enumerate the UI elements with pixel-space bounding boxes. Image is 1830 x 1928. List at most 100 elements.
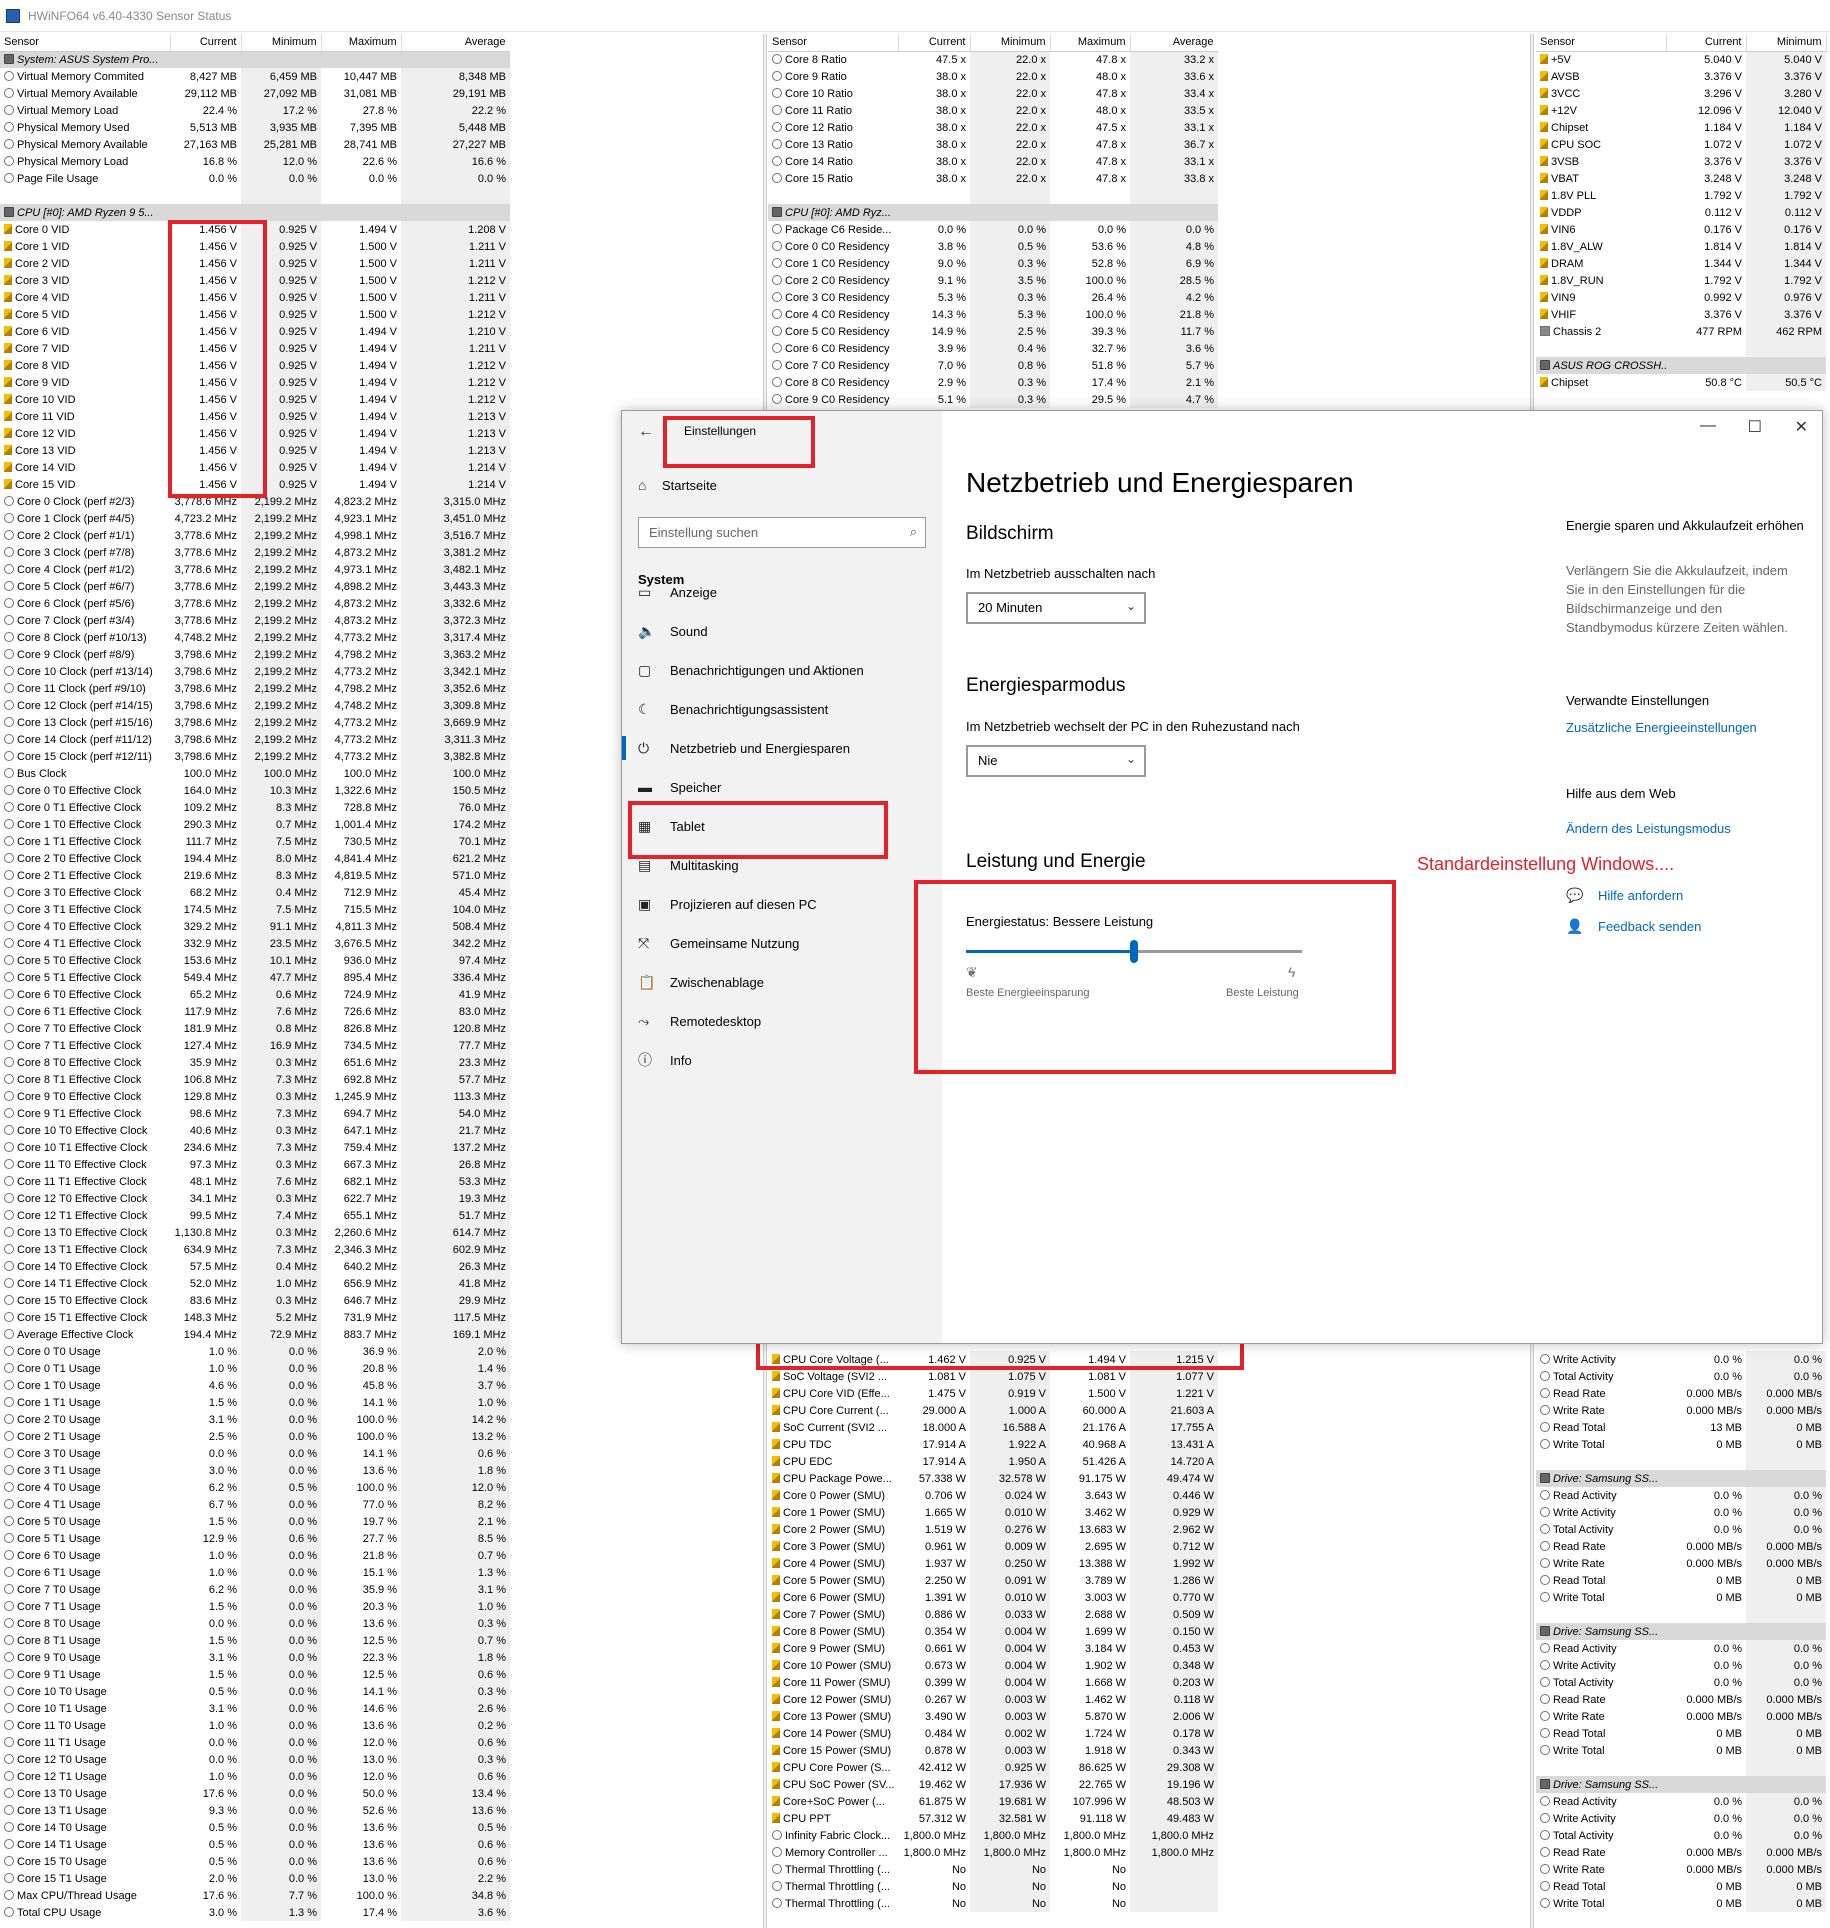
sensor-row[interactable]: Core 4 Clock (perf #1/2) 3,778.6 MHz 2,199…	[0, 561, 510, 578]
sensor-row[interactable]: Core 12 T0 Usage 0.0 % 0.0 % 13.0 % 0.3 %	[0, 1751, 510, 1768]
sensor-row[interactable]: Core 4 C0 Residency 14.3 % 5.3 % 100.0 % 21.…	[768, 306, 1218, 323]
sensor-row[interactable]: Write Rate 0.000 MB/s 0.000 MB/s	[1536, 1861, 1826, 1878]
sensor-row[interactable]: 1.8V PLL 1.792 V 1.792 V	[1536, 187, 1826, 204]
sensor-row[interactable]: Core 9 T0 Effective Clock 129.8 MHz 0.3 MH…	[0, 1088, 510, 1105]
sensor-row[interactable]: Read Rate 0.000 MB/s 0.000 MB/s	[1536, 1691, 1826, 1708]
sensor-row[interactable]: Physical Memory Load 16.8 % 12.0 % 22.6 % 16…	[0, 153, 510, 170]
sensor-row[interactable]: Core 0 Clock (perf #2/3) 3,778.6 MHz 2,199…	[0, 493, 510, 510]
sensor-row[interactable]: Core 11 VID 1.456 V 0.925 V 1.494 V 1.213 V	[0, 408, 510, 425]
sensor-row[interactable]: Core 2 Clock (perf #1/1) 3,778.6 MHz 2,199…	[0, 527, 510, 544]
sensor-row[interactable]: Read Activity 0.0 % 0.0 %	[1536, 1487, 1826, 1504]
sensor-row[interactable]: Chipset 1.184 V 1.184 V	[1536, 119, 1826, 136]
sensor-row[interactable]: Core 5 VID 1.456 V 0.925 V 1.500 V 1.212 V	[0, 306, 510, 323]
sensor-row[interactable]: Core 1 T0 Effective Clock 290.3 MHz 0.7 MH…	[0, 816, 510, 833]
sensor-row[interactable]: Core 1 T0 Usage 4.6 % 0.0 % 45.8 % 3.7 %	[0, 1377, 510, 1394]
sensor-row[interactable]: Total CPU Usage 3.0 % 1.3 % 17.4 % 3.6 %	[0, 1904, 510, 1921]
sensor-row[interactable]: Core 7 VID 1.456 V 0.925 V 1.494 V 1.211 V	[0, 340, 510, 357]
sensor-row[interactable]: Core 15 VID 1.456 V 0.925 V 1.494 V 1.214 V	[0, 476, 510, 493]
sensor-row[interactable]: Core 0 T1 Usage 1.0 % 0.0 % 20.8 % 1.4 %	[0, 1360, 510, 1377]
sensor-row[interactable]: Write Total 0 MB 0 MB	[1536, 1589, 1826, 1606]
sensor-row[interactable]: CPU EDC 17.914 A 1.950 A 51.426 A 14.720 A	[768, 1453, 1218, 1470]
sensor-row[interactable]: Core 13 T0 Effective Clock 1,130.8 MHz 0.3…	[0, 1224, 510, 1241]
sensor-row[interactable]: Core 0 T1 Effective Clock 109.2 MHz 8.3 MH…	[0, 799, 510, 816]
sensor-row[interactable]: AVSB 3.376 V 3.376 V	[1536, 68, 1826, 85]
sensor-row[interactable]: Read Total 13 MB 0 MB	[1536, 1419, 1826, 1436]
sensor-row[interactable]: Core 1 Power (SMU) 1.665 W 0.010 W 3.462 W0…	[768, 1504, 1218, 1521]
sensor-row[interactable]: Core 5 T0 Usage 1.5 % 0.0 % 19.7 % 2.1 %	[0, 1513, 510, 1530]
sensor-row[interactable]: Physical Memory Available 27,163 MB 25,281…	[0, 136, 510, 153]
sensor-row[interactable]: Core 14 Power (SMU) 0.484 W 0.002 W 1.724 W…	[768, 1725, 1218, 1742]
sensor-row[interactable]: DRAM 1.344 V 1.344 V	[1536, 255, 1826, 272]
sensor-row[interactable]: Virtual Memory Load 22.4 % 17.2 % 27.8 % 22.…	[0, 102, 510, 119]
sensor-row[interactable]: CPU Core Current (... 29.000 A 1.000 A 60.0…	[768, 1402, 1218, 1419]
sensor-row[interactable]: Core 12 T1 Effective Clock 99.5 MHz 7.4 MH…	[0, 1207, 510, 1224]
sensor-row[interactable]: Write Activity 0.0 % 0.0 %	[1536, 1810, 1826, 1827]
maximize-icon[interactable]: ☐	[1748, 417, 1762, 437]
sensor-row[interactable]: Core 7 T1 Usage 1.5 % 0.0 % 20.3 % 1.0 %	[0, 1598, 510, 1615]
column-header-current[interactable]: Current	[170, 34, 242, 52]
sensor-row[interactable]: Core 13 T1 Usage 9.3 % 0.0 % 52.6 % 13.6 %	[0, 1802, 510, 1819]
sensor-row[interactable]: Core 11 T1 Effective Clock 48.1 MHz 7.6 MH…	[0, 1173, 510, 1190]
sensor-row[interactable]: Core 14 Clock (perf #11/12) 3,798.6 MHz 2,…	[0, 731, 510, 748]
sensor-row[interactable]: Write Rate 0.000 MB/s 0.000 MB/s	[1536, 1402, 1826, 1419]
sensor-row[interactable]: Core 11 Clock (perf #9/10) 3,798.6 MHz 2,1…	[0, 680, 510, 697]
sensor-row[interactable]: Core 6 T1 Usage 1.0 % 0.0 % 15.1 % 1.3 %	[0, 1564, 510, 1581]
sensor-row[interactable]: Chassis 2 477 RPM 462 RPM	[1536, 323, 1826, 340]
sensor-row[interactable]: Total Activity 0.0 % 0.0 %	[1536, 1827, 1826, 1844]
sensor-row[interactable]: Core 2 T0 Usage 3.1 % 0.0 % 100.0 % 14.2 %	[0, 1411, 510, 1428]
sensor-row[interactable]: Write Total 0 MB 0 MB	[1536, 1436, 1826, 1453]
sensor-group-header[interactable]: System: ASUS System Pro...	[0, 51, 510, 68]
sensor-row[interactable]: Core 10 T0 Effective Clock 40.6 MHz 0.3 MH…	[0, 1122, 510, 1139]
sensor-row[interactable]: Core 8 T1 Usage 1.5 % 0.0 % 12.5 % 0.7 %	[0, 1632, 510, 1649]
sensor-row[interactable]: Core 4 T1 Effective Clock 332.9 MHz 23.5 M…	[0, 935, 510, 952]
sensor-row[interactable]: Thermal Throttling (... No No No	[768, 1861, 1218, 1878]
sensor-row[interactable]: Core 7 T1 Effective Clock 127.4 MHz 16.9 M…	[0, 1037, 510, 1054]
sensor-row[interactable]: CPU Core Power (S... 42.412 W 0.925 W 86.62…	[768, 1759, 1218, 1776]
sensor-row[interactable]: Core 3 Power (SMU) 0.961 W 0.009 W 2.695 W0…	[768, 1538, 1218, 1555]
column-header-average[interactable]: Average	[401, 34, 510, 52]
sensor-row[interactable]: Core 1 VID 1.456 V 0.925 V 1.500 V 1.211 V	[0, 238, 510, 255]
sensor-row[interactable]: Core 6 VID 1.456 V 0.925 V 1.494 V 1.210 V	[0, 323, 510, 340]
column-header-maximum[interactable]: Maximum	[321, 34, 402, 52]
sensor-group-header[interactable]: CPU [#0]: AMD Ryz...	[768, 204, 1218, 221]
sensor-row[interactable]: Max CPU/Thread Usage 17.6 % 7.7 % 100.0 % 34…	[0, 1887, 510, 1904]
sensor-row[interactable]: Core 7 T0 Effective Clock 181.9 MHz 0.8 MH…	[0, 1020, 510, 1037]
sensor-row[interactable]: Core 5 T1 Effective Clock 549.4 MHz 47.7 M…	[0, 969, 510, 986]
sensor-row[interactable]: Core 5 T0 Effective Clock 153.6 MHz 10.1 M…	[0, 952, 510, 969]
sensor-row[interactable]: Core 3 T0 Effective Clock 68.2 MHz 0.4 MHz…	[0, 884, 510, 901]
sensor-row[interactable]: Core 15 T0 Effective Clock 83.6 MHz 0.3 MH…	[0, 1292, 510, 1309]
sensor-row[interactable]: Core 10 Clock (perf #13/14) 3,798.6 MHz 2,…	[0, 663, 510, 680]
sensor-row[interactable]: Core 8 T1 Effective Clock 106.8 MHz 7.3 MH…	[0, 1071, 510, 1088]
sensor-row[interactable]: Core 3 Clock (perf #7/8) 3,778.6 MHz 2,199…	[0, 544, 510, 561]
sensor-row[interactable]: Core 2 T0 Effective Clock 194.4 MHz 8.0 MH…	[0, 850, 510, 867]
sensor-row[interactable]: Thermal Throttling (... No No No	[768, 1878, 1218, 1895]
sensor-row[interactable]: Core 10 T0 Usage 0.5 % 0.0 % 14.1 % 0.3 %	[0, 1683, 510, 1700]
sensor-row[interactable]: Core 14 VID 1.456 V 0.925 V 1.494 V 1.214 V	[0, 459, 510, 476]
sensor-row[interactable]: Core 14 T0 Usage 0.5 % 0.0 % 13.6 % 0.5 %	[0, 1819, 510, 1836]
sensor-row[interactable]: Core 4 T0 Effective Clock 329.2 MHz 91.1 M…	[0, 918, 510, 935]
back-arrow-icon[interactable]: ←	[638, 423, 654, 441]
power-mode-slider[interactable]	[966, 940, 1302, 963]
sensor-row[interactable]: +12V 12.096 V 12.040 V	[1536, 102, 1826, 119]
nav-item-info[interactable]: ⓘ Info	[622, 1036, 942, 1084]
sensor-row[interactable]: Read Rate 0.000 MB/s 0.000 MB/s	[1536, 1538, 1826, 1555]
get-help-link[interactable]: 💬 Hilfe anfordern	[1566, 886, 1810, 905]
sensor-row[interactable]: CPU Package Powe... 57.338 W 32.578 W 91.17…	[768, 1470, 1218, 1487]
sensor-row[interactable]: Infinity Fabric Clock... 1,800.0 MHz 1,800…	[768, 1827, 1218, 1844]
sensor-row[interactable]: Package C6 Reside... 0.0 % 0.0 % 0.0 % 0.0 %	[768, 221, 1218, 238]
sensor-row[interactable]: Core 9 T1 Effective Clock 98.6 MHz 7.3 MHz…	[0, 1105, 510, 1122]
sensor-row[interactable]: Core 15 T1 Usage 2.0 % 0.0 % 13.0 % 2.2 %	[0, 1870, 510, 1887]
sensor-row[interactable]: Core 13 Power (SMU) 3.490 W 0.003 W 5.870 W…	[768, 1708, 1218, 1725]
sensor-row[interactable]: Core 0 Power (SMU) 0.706 W 0.024 W 3.643 W0…	[768, 1487, 1218, 1504]
sensor-row[interactable]: VIN9 0.992 V 0.976 V	[1536, 289, 1826, 306]
sensor-row[interactable]: VHIF 3.376 V 3.376 V	[1536, 306, 1826, 323]
sensor-group-header[interactable]: Drive: Samsung SS...	[1536, 1470, 1826, 1487]
sensor-row[interactable]: Core 15 Ratio 38.0 x 22.0 x 47.8 x 33.8 x	[768, 170, 1218, 187]
sensor-row[interactable]: Write Rate 0.000 MB/s 0.000 MB/s	[1536, 1708, 1826, 1725]
sensor-row[interactable]: Read Activity 0.0 % 0.0 %	[1536, 1640, 1826, 1657]
sensor-row[interactable]: CPU PPT 57.312 W 32.581 W 91.118 W 49.483 W	[768, 1810, 1218, 1827]
sensor-row[interactable]: CPU SOC 1.072 V 1.072 V	[1536, 136, 1826, 153]
sensor-row[interactable]: Core 13 T0 Usage 17.6 % 0.0 % 50.0 % 13.4 %	[0, 1785, 510, 1802]
sensor-row[interactable]: Core 12 Power (SMU) 0.267 W 0.003 W 1.462 W…	[768, 1691, 1218, 1708]
sensor-row[interactable]: Core 13 T1 Effective Clock 634.9 MHz 7.3 M…	[0, 1241, 510, 1258]
